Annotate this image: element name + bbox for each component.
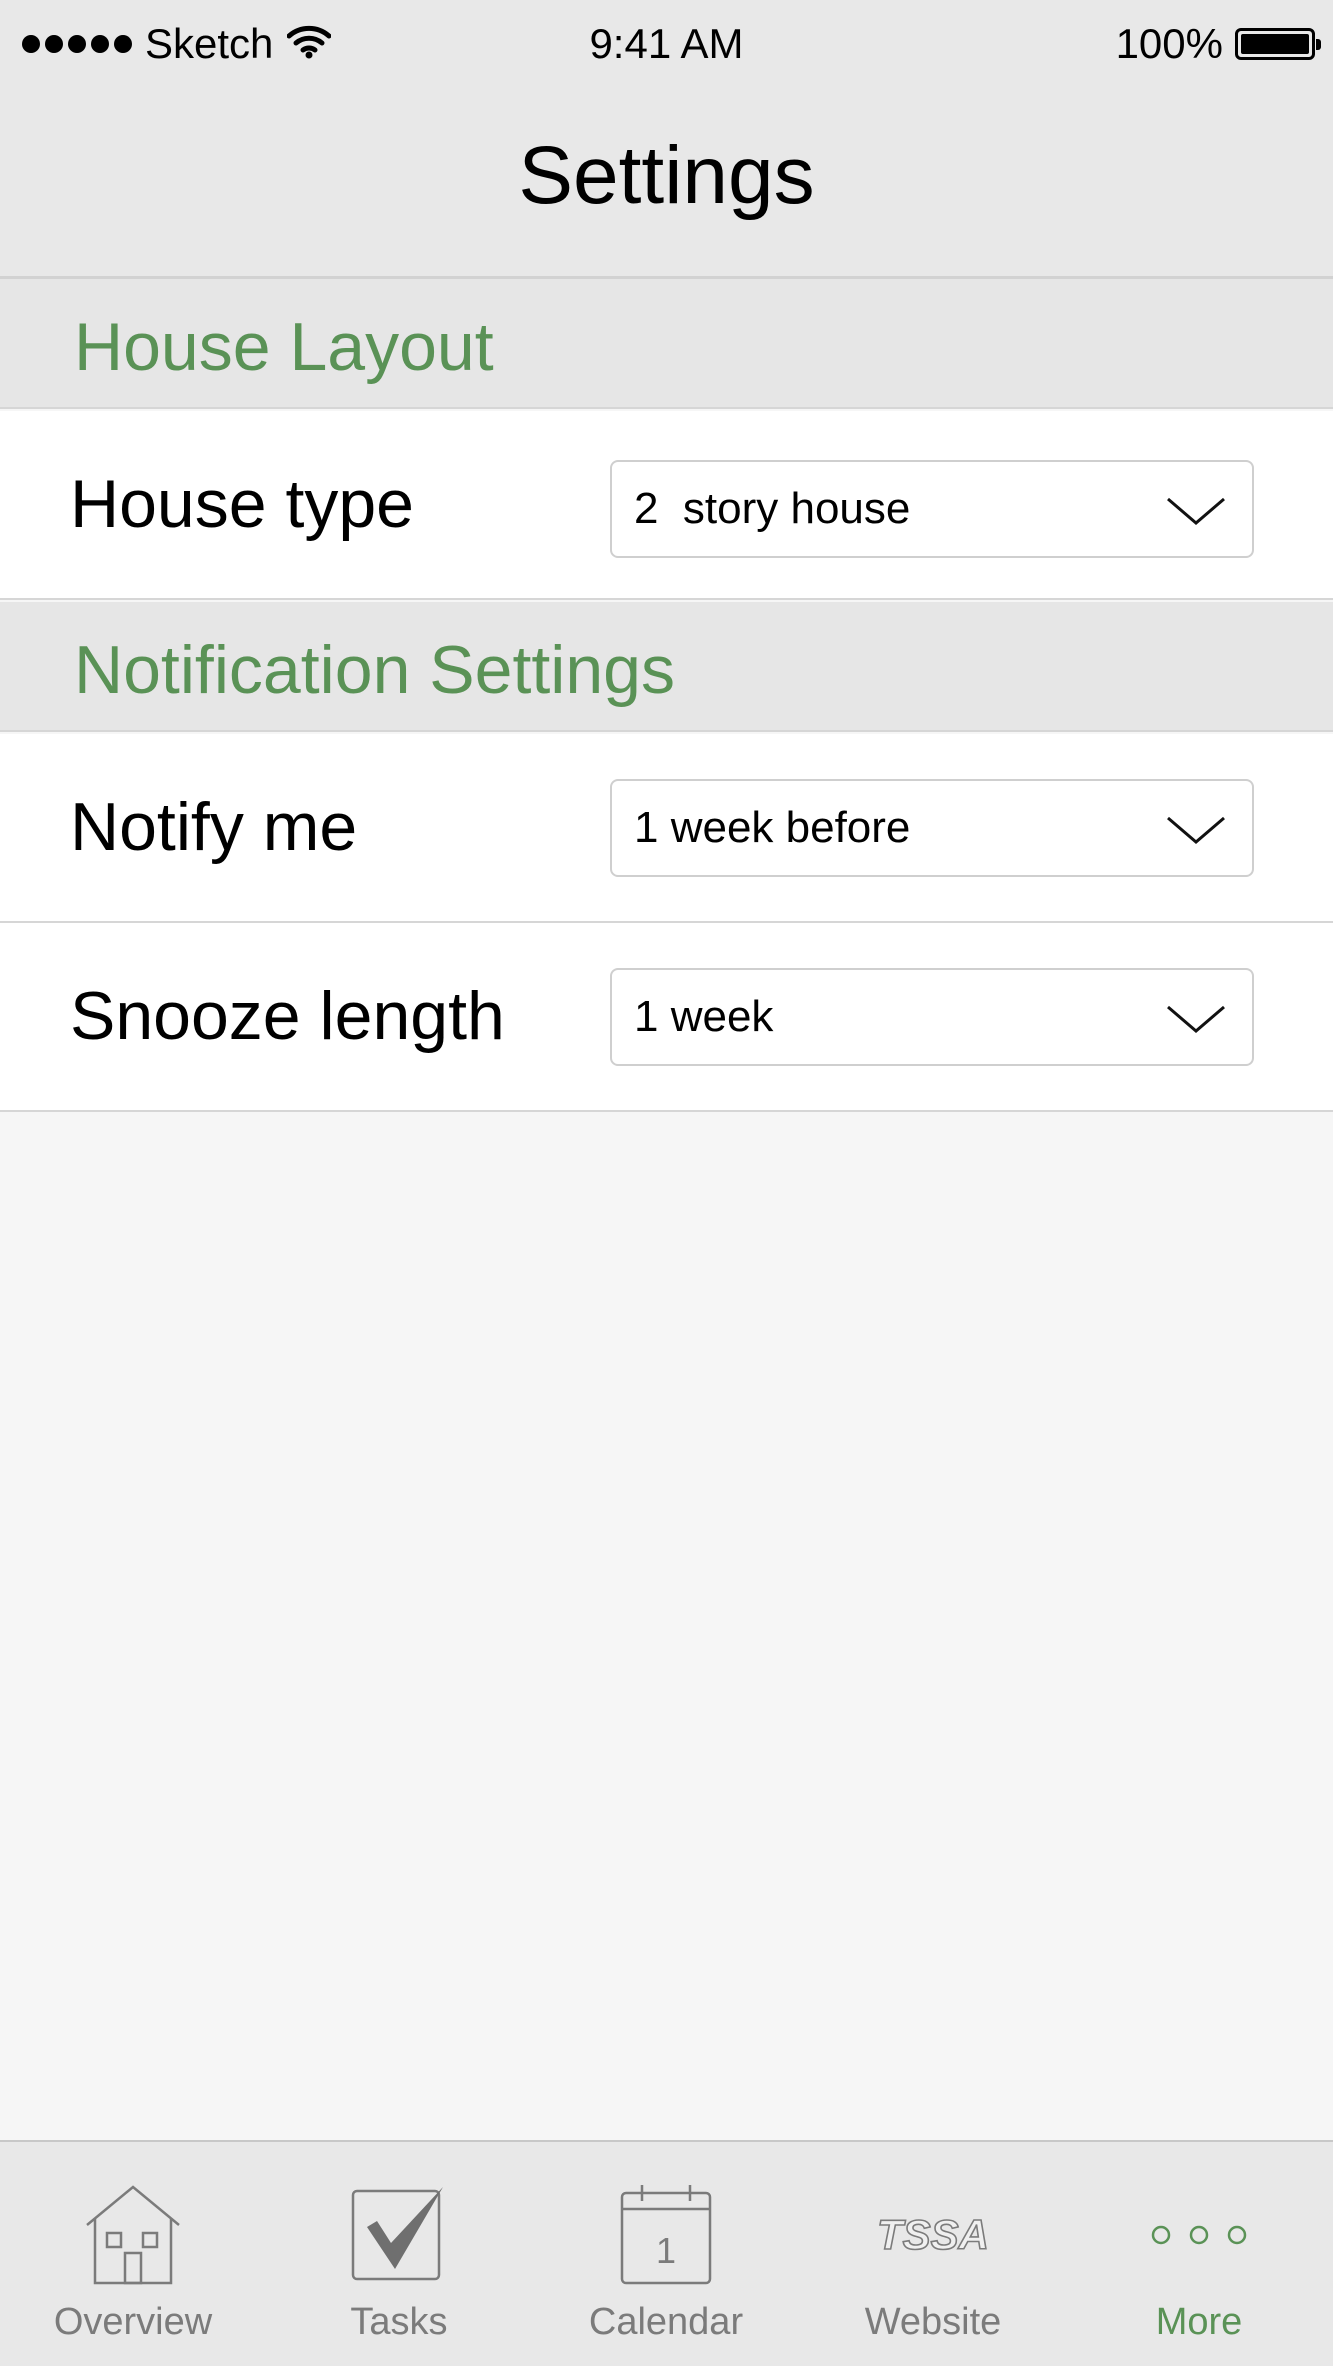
tab-label: More — [1155, 2301, 1243, 2343]
tab-label: Website — [864, 2301, 1002, 2343]
snooze-length-value: 1 week — [634, 992, 774, 1041]
more-dots-icon — [1066, 2182, 1332, 2288]
status-bar-right: 100% — [1115, 18, 1321, 70]
battery-percentage: 100% — [1115, 20, 1223, 67]
tab-website[interactable]: TSSA Website — [800, 2142, 1066, 2366]
battery-icon — [1235, 28, 1321, 60]
snooze-length-dropdown[interactable]: 1 week — [610, 968, 1254, 1066]
section-title: House Layout — [74, 309, 494, 385]
tssa-logo-text: TSSA — [877, 2211, 989, 2258]
checkbox-icon — [266, 2182, 532, 2288]
house-type-value: 2 story house — [634, 484, 911, 533]
house-icon — [0, 2182, 266, 2288]
section-header-notification-settings: Notification Settings — [0, 602, 1333, 732]
tab-tasks[interactable]: Tasks — [266, 2142, 532, 2366]
tab-label: Overview — [53, 2301, 213, 2343]
page-title: Settings — [518, 130, 815, 221]
house-type-row: House type 2 story house — [0, 411, 1333, 600]
calendar-icon: 1 — [533, 2182, 799, 2288]
snooze-length-row: Snooze length 1 week — [0, 923, 1333, 1112]
tab-calendar[interactable]: 1 Calendar — [533, 2142, 799, 2366]
house-type-dropdown[interactable]: 2 story house — [610, 460, 1254, 558]
tssa-logo-icon: TSSA — [800, 2182, 1066, 2288]
navigation-header: Sketch 9:41 AM 100% Settings — [0, 0, 1333, 279]
calendar-icon-day: 1 — [656, 2230, 676, 2271]
section-header-house-layout: House Layout — [0, 279, 1333, 409]
notify-me-dropdown[interactable]: 1 week before — [610, 779, 1254, 877]
chevron-down-icon — [1166, 496, 1226, 531]
house-type-label: House type — [70, 466, 414, 542]
section-title: Notification Settings — [74, 632, 675, 708]
tab-more[interactable]: More — [1066, 2142, 1332, 2366]
tab-label: Tasks — [350, 2301, 448, 2343]
tab-label: Calendar — [588, 2301, 744, 2343]
snooze-length-label: Snooze length — [70, 978, 505, 1054]
tab-overview[interactable]: Overview — [0, 2142, 266, 2366]
chevron-down-icon — [1166, 1004, 1226, 1039]
notify-me-row: Notify me 1 week before — [0, 734, 1333, 923]
notify-me-label: Notify me — [70, 789, 358, 865]
notify-me-value: 1 week before — [634, 803, 911, 852]
chevron-down-icon — [1166, 815, 1226, 850]
tab-bar: Overview Tasks 1 Calendar TSSA Website M… — [0, 2140, 1333, 2366]
